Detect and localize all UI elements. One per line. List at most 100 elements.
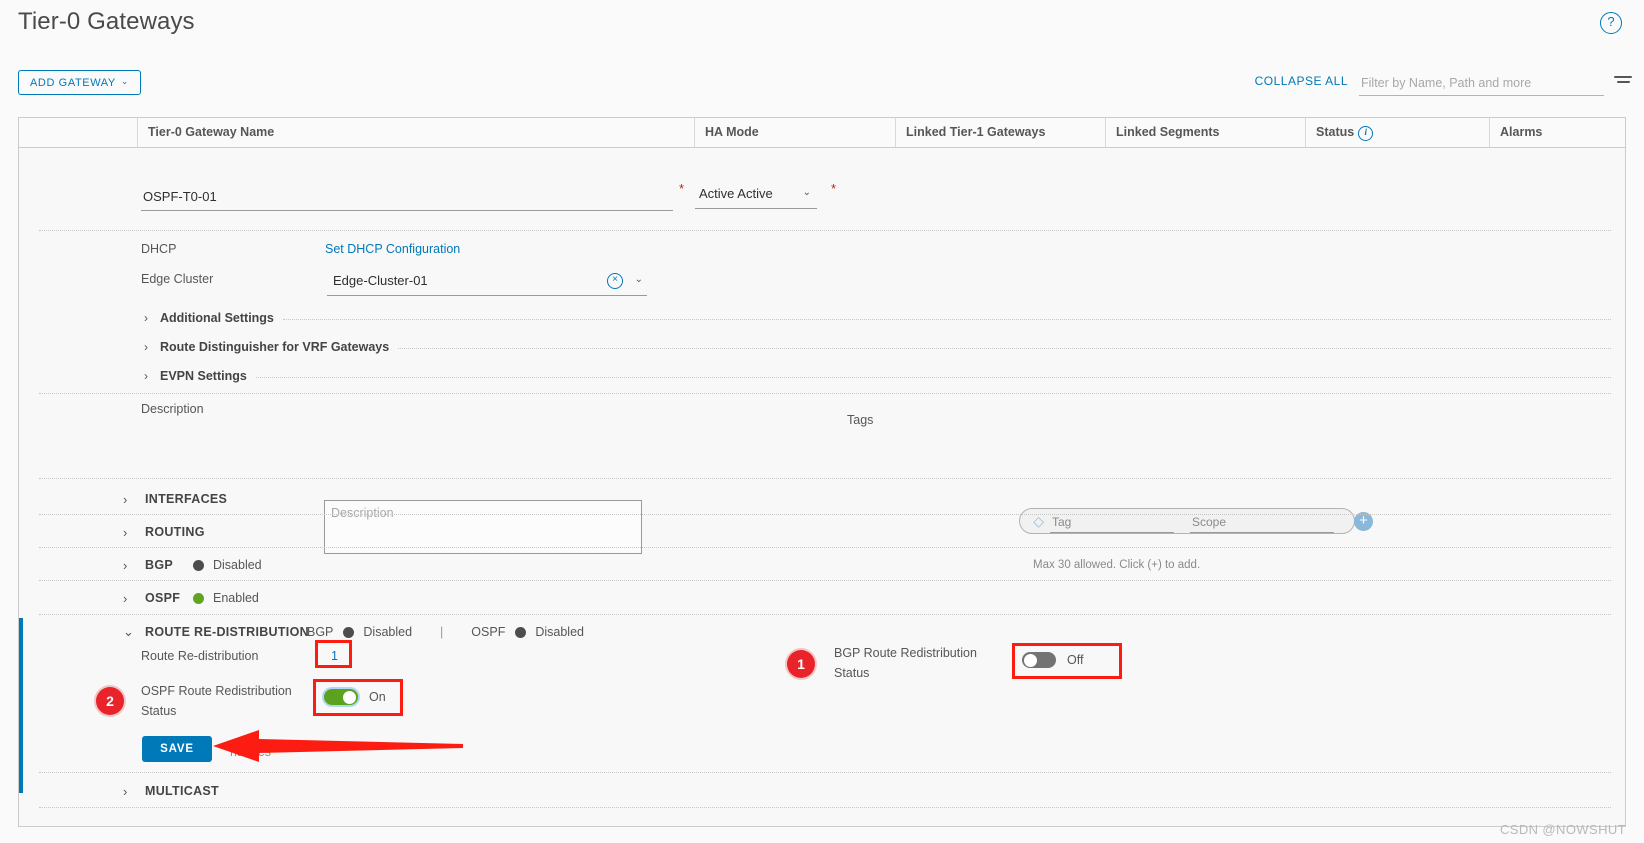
section-bgp[interactable]: › BGP Disabled xyxy=(123,550,1611,580)
help-icon[interactable]: ? xyxy=(1600,12,1622,34)
status-dot xyxy=(515,626,527,638)
filter-field-wrapper xyxy=(1359,71,1608,96)
chevron-right-icon: › xyxy=(123,524,128,540)
save-button[interactable]: SAVE xyxy=(142,736,212,762)
ospf-redistribution-toggle-label: On xyxy=(369,690,386,704)
annotation-badge-1: 1 xyxy=(787,650,815,678)
table-column-expander xyxy=(19,118,137,147)
set-dhcp-configuration-link[interactable]: Set DHCP Configuration xyxy=(325,242,460,256)
table-column-name[interactable]: Tier-0 Gateway Name xyxy=(137,118,694,147)
description-label: Description xyxy=(141,402,204,416)
divider xyxy=(39,478,1611,479)
divider xyxy=(39,514,1611,515)
chevron-right-icon: › xyxy=(123,590,128,606)
chevron-right-icon: › xyxy=(123,783,128,799)
table-column-ha-mode[interactable]: HA Mode xyxy=(694,118,895,147)
section-label: INTERFACES xyxy=(145,492,228,506)
name-required-asterisk: * xyxy=(679,181,685,196)
collapse-all-button[interactable]: COLLAPSE ALL xyxy=(1255,74,1348,88)
watermark: CSDN @NOWSHUT xyxy=(1499,822,1626,837)
divider xyxy=(39,580,1611,581)
gateway-name-input[interactable] xyxy=(141,184,673,211)
section-label: OSPF xyxy=(145,591,181,605)
ha-mode-select[interactable]: Active Active ⌄ xyxy=(695,184,817,209)
divider xyxy=(255,376,1611,378)
section-label: ROUTING xyxy=(145,525,205,539)
chevron-right-icon: › xyxy=(123,557,128,573)
bgp-redistribution-status-label: BGP Route Redistribution Status xyxy=(834,646,977,680)
bgp-redistribution-toggle[interactable] xyxy=(1022,652,1056,668)
edge-cluster-select[interactable]: Edge-Cluster-01 × ⌄ xyxy=(327,271,647,296)
status-label: Disabled xyxy=(213,558,262,572)
filter-input[interactable] xyxy=(1359,71,1608,95)
tags-label: Tags xyxy=(847,413,874,427)
section-routing[interactable]: › ROUTING xyxy=(123,517,1611,547)
divider xyxy=(39,772,1611,773)
divider xyxy=(398,347,1611,349)
table-header-row: Tier-0 Gateway Name HA Mode Linked Tier-… xyxy=(19,118,1625,148)
rr-bgp-state: Disabled xyxy=(363,625,413,639)
gateways-table: Tier-0 Gateway Name HA Mode Linked Tier-… xyxy=(18,117,1626,827)
chevron-right-icon: › xyxy=(123,491,128,507)
chevron-right-icon: › xyxy=(144,311,148,325)
table-column-linked-tier1[interactable]: Linked Tier-1 Gateways xyxy=(895,118,1105,147)
bgp-redistribution-toggle-label: Off xyxy=(1067,653,1084,667)
info-icon[interactable]: i xyxy=(1358,126,1374,141)
annotation-badge-2: 2 xyxy=(96,687,124,715)
sub-section-evpn-settings[interactable]: › EVPN Settings xyxy=(141,365,1611,387)
route-redistribution-count-value[interactable]: 1 xyxy=(331,649,338,663)
sub-section-route-distinguisher[interactable]: › Route Distinguisher for VRF Gateways xyxy=(141,336,1611,358)
ha-mode-required-asterisk: * xyxy=(831,181,837,196)
divider xyxy=(39,547,1611,548)
divider xyxy=(39,230,1611,231)
sub-section-additional-settings[interactable]: › Additional Settings xyxy=(141,307,1611,329)
status-dot xyxy=(193,559,204,571)
status-label: Enabled xyxy=(213,591,259,605)
dhcp-label: DHCP xyxy=(141,242,177,256)
separator: | xyxy=(440,625,444,639)
add-gateway-button[interactable]: ADD GATEWAY ⌄ xyxy=(18,70,142,95)
sub-section-label: Additional Settings xyxy=(160,311,274,325)
table-column-alarms[interactable]: Alarms xyxy=(1489,118,1625,147)
status-dot xyxy=(343,626,355,638)
add-gateway-label: ADD GATEWAY xyxy=(30,76,116,89)
chevron-down-icon: ⌄ xyxy=(634,274,643,285)
status-dot xyxy=(193,592,204,604)
table-column-status-label: Status xyxy=(1316,125,1355,139)
section-multicast[interactable]: › MULTICAST xyxy=(123,776,1611,806)
bgp-redistribution-toggle-group: Off xyxy=(1022,652,1083,668)
chevron-down-icon: ⌄ xyxy=(802,187,811,198)
divider xyxy=(39,807,1611,808)
active-section-indicator xyxy=(19,618,23,793)
edge-cluster-value: Edge-Cluster-01 xyxy=(333,273,428,288)
annotation-arrow xyxy=(213,730,463,762)
sub-section-label: EVPN Settings xyxy=(160,369,247,383)
ospf-redistribution-toggle-group: On xyxy=(324,689,386,705)
section-interfaces[interactable]: › INTERFACES xyxy=(123,484,1611,514)
gateway-expanded-row: * Active Active ⌄ * DHCP Set DHCP Config… xyxy=(19,148,1625,826)
ha-mode-value: Active Active xyxy=(699,186,773,201)
rr-bgp-label: BGP xyxy=(307,625,334,639)
rr-ospf-state: Disabled xyxy=(535,625,584,639)
route-redistribution-count-label: Route Re-distribution xyxy=(141,649,259,663)
chevron-right-icon: › xyxy=(144,340,148,354)
divider xyxy=(39,614,1611,615)
tier0-gateways-page: Tier-0 Gateways ? ADD GATEWAY ⌄ COLLAPSE… xyxy=(0,0,1644,843)
toolbar: ADD GATEWAY ⌄ COLLAPSE ALL xyxy=(0,70,1644,104)
close-icon[interactable]: × xyxy=(607,273,623,289)
chevron-down-icon: ⌄ xyxy=(120,76,130,86)
divider xyxy=(282,318,1611,320)
section-label: ROUTE RE-DISTRIBUTION xyxy=(145,625,309,639)
section-label: MULTICAST xyxy=(145,784,219,798)
filter-icon[interactable] xyxy=(1614,76,1632,90)
rr-ospf-label: OSPF xyxy=(471,625,506,639)
sub-section-label: Route Distinguisher for VRF Gateways xyxy=(160,340,390,354)
table-column-status[interactable]: Status i xyxy=(1305,118,1489,147)
page-title: Tier-0 Gateways xyxy=(18,8,195,35)
table-column-linked-segments[interactable]: Linked Segments xyxy=(1105,118,1305,147)
section-ospf[interactable]: › OSPF Enabled xyxy=(123,583,1611,613)
divider xyxy=(39,393,1611,394)
ospf-redistribution-toggle[interactable] xyxy=(324,689,358,705)
chevron-right-icon: › xyxy=(144,369,148,383)
ospf-redistribution-status-label: OSPF Route Redistribution Status xyxy=(141,684,292,718)
